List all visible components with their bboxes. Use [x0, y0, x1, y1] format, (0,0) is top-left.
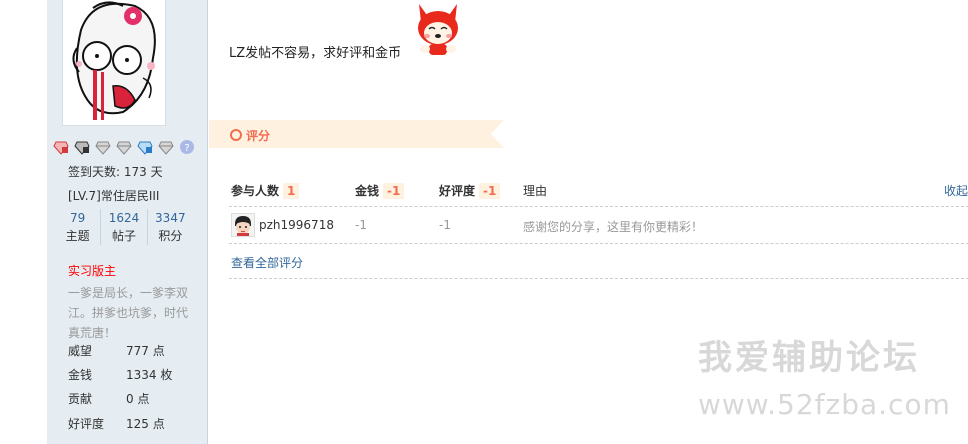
stat-value: 125 点 [126, 417, 165, 431]
author-sidebar: ? 签到天数: 173 天 [LV.7]常住居民III 79 主题 1624 帖… [47, 0, 208, 444]
points-label: 积分 [158, 229, 183, 243]
rating-title: 评分 [246, 129, 271, 143]
medal-blue-icon[interactable] [137, 139, 153, 155]
points-num[interactable]: 3347 [148, 209, 193, 227]
stat-value: 777 点 [126, 344, 165, 358]
rating-row: pzh1996718 -1 -1 感谢您的分享，这里有你更精彩！ [229, 207, 968, 244]
medal-row: ? [53, 139, 195, 155]
points-count[interactable]: 3347 积分 [146, 209, 193, 245]
posts-count[interactable]: 1624 帖子 [100, 209, 146, 245]
svg-text:?: ? [184, 143, 189, 154]
watermark-url: www.52fzba.com [698, 388, 951, 421]
avatar[interactable] [62, 0, 166, 126]
stat-money: 金钱 1334 枚 [68, 366, 172, 383]
user-signature: 一爹是局长，一爹李双江。拼爹也坑爹，时代真荒唐！ [68, 286, 189, 340]
stat-prestige: 威望 777 点 [68, 342, 165, 359]
diamond-gray-icon[interactable] [95, 139, 111, 155]
reason-header: 理由 [523, 184, 548, 198]
stat-key: 金钱 [68, 368, 93, 382]
rater-avatar[interactable] [231, 213, 255, 237]
posts-label: 帖子 [111, 229, 136, 243]
stat-contribution: 贡献 0 点 [68, 390, 149, 407]
collapse-link[interactable]: 收起 [944, 182, 968, 199]
stat-key: 威望 [68, 344, 93, 358]
money-label: 金钱 [355, 184, 380, 198]
rating-table-header: 参与人数 1 金钱 -1 好评度 -1 理由 收起 [229, 177, 968, 207]
rating-circle-icon [230, 129, 242, 141]
user-counts: 79 主题 1624 帖子 3347 积分 [55, 209, 193, 245]
topics-count[interactable]: 79 主题 [55, 209, 100, 245]
user-level[interactable]: [LV.7]常住居民III [68, 187, 159, 204]
help-icon[interactable]: ? [179, 139, 195, 155]
topics-label: 主题 [65, 229, 90, 243]
rater-username[interactable]: pzh1996718 [259, 218, 334, 232]
rating-footer: 查看全部评分 [229, 244, 968, 279]
stat-key: 贡献 [68, 392, 93, 406]
participants-count: 1 [283, 183, 300, 199]
fox-emoticon-icon [418, 4, 458, 55]
view-all-ratings-link[interactable]: 查看全部评分 [231, 254, 303, 271]
diamond-gray-icon[interactable] [158, 139, 174, 155]
medal-red-icon[interactable] [53, 139, 69, 155]
money-total: -1 [383, 183, 405, 199]
reputation-header: 好评度 -1 [439, 182, 501, 199]
post-message: LZ发帖不容易，求好评和金币 [229, 46, 402, 61]
checkin-days: 签到天数: 173 天 [68, 165, 163, 179]
reputation-total: -1 [479, 183, 501, 199]
stat-value: 1334 枚 [126, 368, 173, 382]
rating-header: 评分 [209, 120, 504, 148]
money-header: 金钱 -1 [355, 182, 405, 199]
rater-reputation: -1 [439, 218, 451, 232]
watermark-title: 我爱辅助论坛 [698, 338, 920, 378]
stat-reputation: 好评度 125 点 [68, 415, 165, 432]
medal-dark-icon[interactable] [74, 139, 90, 155]
participants-label: 参与人数 [231, 184, 280, 198]
rater-money: -1 [355, 218, 367, 232]
user-group[interactable]: 实习版主 [68, 262, 116, 279]
diamond-gray-icon[interactable] [116, 139, 132, 155]
topics-num[interactable]: 79 [55, 209, 100, 227]
posts-num[interactable]: 1624 [101, 209, 146, 227]
rater-reason: 感谢您的分享，这里有你更精彩！ [523, 220, 704, 234]
stat-key: 好评度 [68, 417, 105, 431]
stat-value: 0 点 [126, 392, 150, 406]
reputation-label: 好评度 [439, 184, 476, 198]
participants-header: 参与人数 1 [231, 182, 300, 199]
